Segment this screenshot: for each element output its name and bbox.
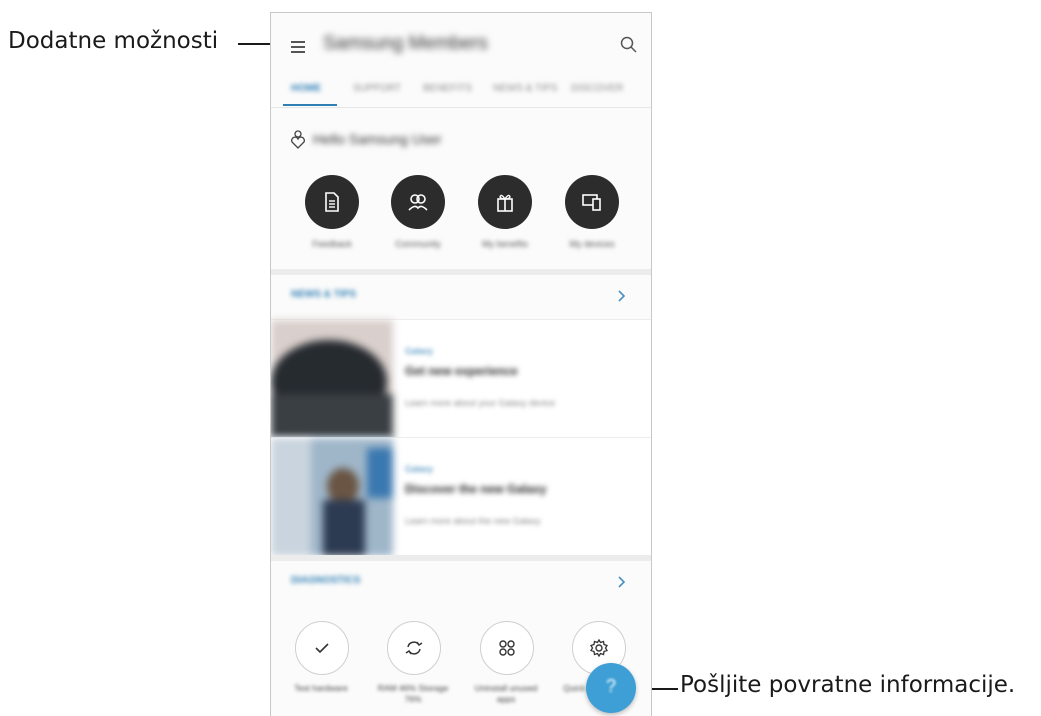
tab-discover[interactable]: DISCOVER — [571, 83, 623, 94]
chevron-right-icon — [618, 576, 626, 588]
devices-button[interactable] — [565, 175, 619, 229]
app-bar: Samsung Members — [271, 13, 651, 75]
article-title: Discover the new Galaxy — [405, 482, 547, 496]
welcome-row: Hello Samsung User — [289, 129, 629, 153]
ram-storage-button[interactable] — [387, 621, 441, 675]
search-icon[interactable] — [619, 35, 639, 55]
article-description: Learn more about the new Galaxy — [405, 516, 541, 526]
greeting-text: Hello Samsung User — [313, 131, 442, 147]
news-tips-label: NEWS & TIPS — [291, 289, 357, 300]
test-hardware-button[interactable] — [295, 621, 349, 675]
devices-label: My devices — [569, 239, 615, 249]
heart-ring-icon — [291, 130, 305, 149]
article-category: Galaxy — [405, 346, 434, 356]
news-tips-header[interactable]: NEWS & TIPS — [271, 275, 651, 319]
article-description: Learn more about your Galaxy device — [405, 398, 556, 408]
send-feedback-fab[interactable]: ? — [586, 663, 636, 713]
hamburger-menu-icon[interactable] — [291, 41, 307, 55]
article-thumbnail — [271, 438, 393, 556]
benefits-label: My benefits — [481, 239, 529, 249]
diagnostics-header[interactable]: DIAGNOSTICS — [271, 561, 651, 605]
tab-bar: HOME SUPPORT BENEFITS NEWS & TIPS DISCOV… — [271, 75, 651, 108]
article-category: Galaxy — [405, 464, 434, 474]
tab-news-tips[interactable]: NEWS & TIPS — [493, 83, 557, 94]
community-button[interactable] — [391, 175, 445, 229]
devices-icon — [582, 194, 601, 211]
tab-home[interactable]: HOME — [291, 83, 321, 94]
people-icon — [408, 194, 428, 211]
app-title: Samsung Members — [323, 33, 488, 54]
tab-benefits[interactable]: BENEFITS — [423, 83, 472, 94]
uninstall-apps-button[interactable] — [480, 621, 534, 675]
diagnostics-label: DIAGNOSTICS — [291, 575, 361, 586]
settings-gear-icon — [590, 638, 608, 658]
feedback-label: Feedback — [312, 239, 352, 249]
phone-screen: Samsung Members HOME SUPPORT BENEFITS NE… — [270, 12, 652, 716]
feedback-button[interactable] — [305, 175, 359, 229]
article-title: Get new experience — [405, 364, 518, 378]
chevron-right-icon — [618, 290, 626, 302]
article-card[interactable]: Galaxy Get new experience Learn more abo… — [271, 319, 651, 438]
article-thumbnail — [271, 320, 393, 438]
community-label: Community — [395, 239, 441, 249]
check-icon — [315, 643, 329, 654]
diagnostic-label: RAM 46% Storage 76% — [377, 683, 449, 704]
document-icon — [325, 192, 339, 212]
refresh-icon — [405, 641, 423, 655]
callout-send-feedback: Pošljite povratne informacije. — [680, 672, 1016, 698]
tab-support[interactable]: SUPPORT — [353, 83, 401, 94]
apps-grid-icon — [499, 640, 515, 656]
diagnostic-label: Uninstall unused apps — [474, 683, 538, 704]
question-mark-icon: ? — [605, 676, 616, 696]
benefits-button[interactable] — [478, 175, 532, 229]
gift-icon — [497, 194, 513, 212]
diagnostic-label: Test hardware — [294, 683, 348, 693]
active-tab-indicator — [283, 104, 337, 106]
callout-more-options: Dodatne možnosti — [8, 28, 219, 54]
article-card[interactable]: Galaxy Discover the new Galaxy Learn mor… — [271, 437, 651, 556]
